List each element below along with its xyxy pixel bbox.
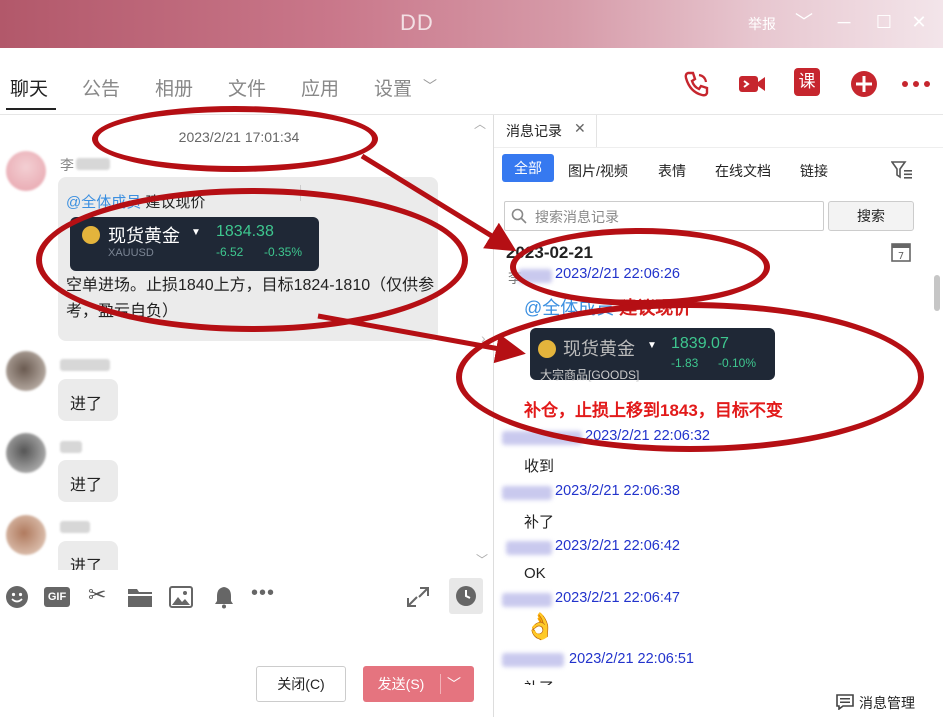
annotation-arrow [360,153,517,252]
annotation-arrows [317,153,526,364]
annotation-arrow [317,313,526,364]
